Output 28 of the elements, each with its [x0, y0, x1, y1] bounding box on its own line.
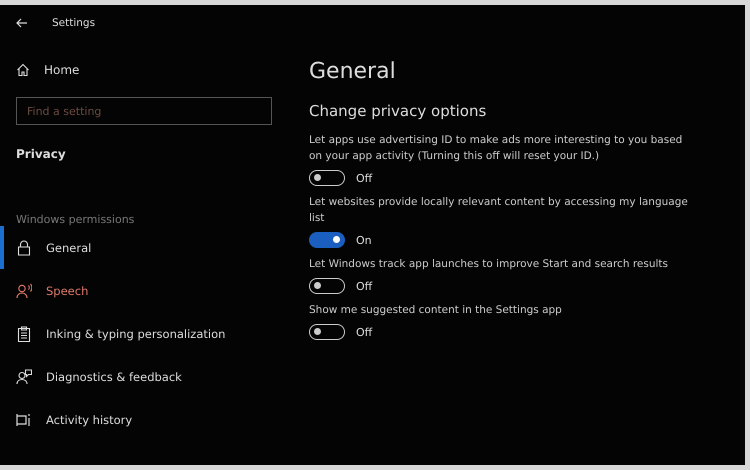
nav-item[interactable]: Diagnostics & feedback: [0, 355, 290, 398]
person-feedback-icon: [16, 368, 32, 384]
timeline-icon: [16, 412, 32, 426]
page-title: General: [309, 59, 397, 84]
search-field[interactable]: Find a setting: [16, 97, 272, 125]
toggle-state: On: [356, 234, 372, 246]
nav-item[interactable]: Speech: [0, 269, 290, 312]
window-title: Settings: [52, 17, 96, 29]
nav-item[interactable]: Inking & typing personalization: [0, 312, 290, 355]
home-icon: [16, 63, 30, 77]
clipboard-icon: [16, 326, 32, 342]
toggle-switch[interactable]: [309, 232, 345, 248]
section-heading: Privacy: [16, 147, 67, 161]
toggle-state: Off: [356, 172, 372, 184]
back-icon[interactable]: [16, 18, 28, 28]
nav-item[interactable]: Activity history: [0, 398, 290, 441]
option-description: Let Windows track app launches to improve Start and search results: [309, 257, 669, 272]
lock-icon: [16, 240, 32, 256]
group-heading: Windows permissions: [16, 213, 136, 226]
option-description: Show me suggested content in the Settings app: [309, 303, 563, 318]
nav-item[interactable]: General: [0, 226, 290, 269]
person-speech-icon: [16, 282, 32, 298]
home-link[interactable]: Home: [16, 63, 290, 77]
option-description: Let apps use advertising ID to make ads more interesting to you based on your app activity (Turning this off will reset your ID.): [309, 133, 684, 164]
toggle-state: Off: [356, 280, 372, 292]
section-title: Change privacy options: [309, 102, 488, 120]
toggle-state: Off: [356, 326, 372, 338]
option-description: Let websites provide locally relevant content by accessing my language list: [309, 195, 689, 226]
